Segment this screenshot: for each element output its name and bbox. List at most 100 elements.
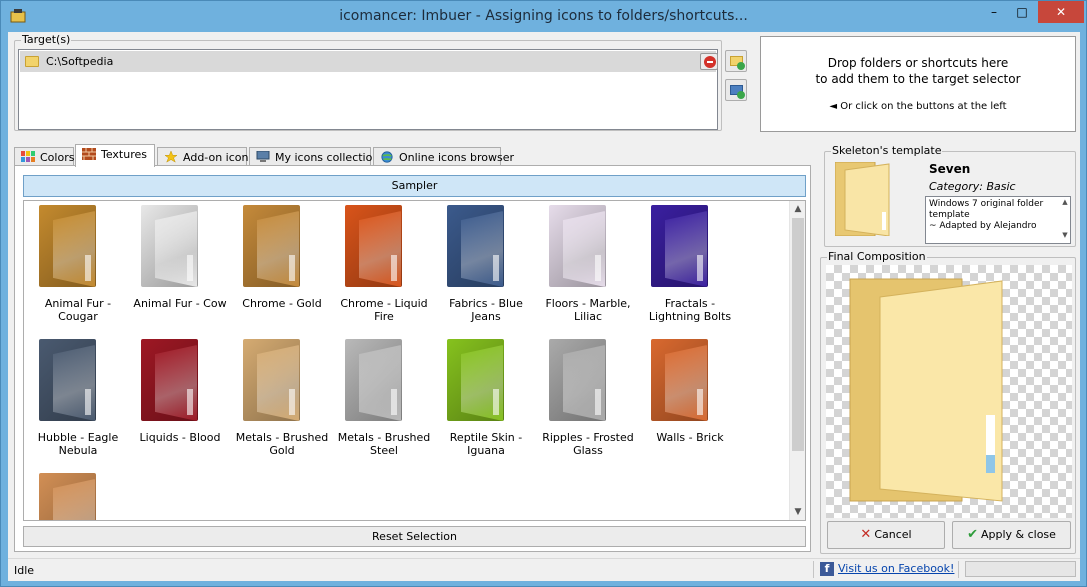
window-title: icomancer: Imbuer - Assigning icons to f… <box>339 8 748 24</box>
texture-folder-icon <box>345 205 405 291</box>
tab-label: Textures <box>101 148 147 161</box>
cancel-button[interactable]: ✕ Cancel <box>827 521 945 549</box>
maximize-button[interactable]: □ <box>1009 1 1035 23</box>
reset-selection-button[interactable]: Reset Selection <box>23 526 806 547</box>
drop-zone[interactable]: Drop folders or shortcuts here to add th… <box>760 36 1076 132</box>
remove-icon <box>704 56 716 68</box>
app-window: icomancer: Imbuer - Assigning icons to f… <box>0 0 1087 587</box>
color-grid-icon <box>21 151 35 162</box>
folder-tab-shape <box>187 255 193 281</box>
texture-folder-icon <box>447 339 507 425</box>
texture-folder-icon <box>243 205 303 291</box>
folder-icon <box>25 56 39 67</box>
texture-item[interactable]: Liquids - Blood <box>129 337 231 471</box>
folder-tab-shape <box>697 255 703 281</box>
texture-label: Walls - Brick <box>656 431 724 444</box>
cancel-icon: ✕ <box>860 527 872 542</box>
scroll-thumb[interactable] <box>792 218 804 451</box>
skeleton-description-text: Windows 7 original folder template ~ Ada… <box>929 199 1044 231</box>
folder-tab-shape <box>595 255 601 281</box>
folder-tab-shape <box>391 255 397 281</box>
close-button[interactable]: ✕ <box>1038 1 1084 23</box>
remove-target-button[interactable] <box>700 53 718 70</box>
facebook-link[interactable]: f Visit us on Facebook! <box>820 562 955 576</box>
tab-colors[interactable]: Colors <box>14 147 74 166</box>
texture-item[interactable]: Reptile Skin - Iguana <box>435 337 537 471</box>
texture-item[interactable]: Animal Fur - Cougar <box>27 203 129 337</box>
folder-tab-shape <box>187 389 193 415</box>
texture-folder-icon <box>549 205 609 291</box>
texture-item[interactable]: Walls - Brick <box>639 337 741 471</box>
texture-item[interactable]: Chrome - Gold <box>231 203 333 337</box>
target-legend: Target(s) <box>21 33 72 46</box>
skeleton-folder-icon[interactable] <box>835 162 891 236</box>
plus-icon <box>737 62 745 70</box>
target-group: Target(s) C:\Softpedia <box>14 33 722 131</box>
texture-label: Animal Fur - Cougar <box>44 297 112 323</box>
folder-tab-shape <box>289 255 295 281</box>
folder-tab-shape <box>493 389 499 415</box>
status-text: Idle <box>14 564 35 577</box>
skeleton-legend: Skeleton's template <box>831 144 943 157</box>
add-folder-button[interactable] <box>725 50 747 72</box>
target-list[interactable]: C:\Softpedia <box>18 49 718 130</box>
skeleton-name: Seven <box>929 162 971 176</box>
final-folder-icon <box>849 278 1003 502</box>
scroll-up-icon[interactable]: ▲ <box>790 201 805 217</box>
texture-folder-icon <box>651 205 711 291</box>
texture-item[interactable] <box>27 471 129 520</box>
check-icon: ✔ <box>967 527 978 542</box>
folder-tab-shape <box>289 389 295 415</box>
drop-zone-line2: to add them to the target selector <box>815 72 1021 86</box>
texture-item[interactable]: Fabrics - Blue Jeans <box>435 203 537 337</box>
texture-label: Chrome - Gold <box>242 297 322 310</box>
texture-item[interactable]: Fractals - Lightning Bolts <box>639 203 741 337</box>
texture-item[interactable]: Metals - Brushed Steel <box>333 337 435 471</box>
texture-folder-icon <box>141 339 201 425</box>
folder-tab-shape <box>595 389 601 415</box>
texture-folder-icon <box>141 205 201 291</box>
tab-online-icons-browser[interactable]: Online icons browser <box>373 147 514 166</box>
tab-textures[interactable]: Textures <box>75 144 155 167</box>
status-progress-bar <box>965 561 1076 577</box>
final-composition-preview <box>826 265 1072 518</box>
folder-tab-shape <box>493 255 499 281</box>
folder-tab-shape <box>391 389 397 415</box>
star-icon <box>164 151 178 163</box>
texture-item[interactable]: Floors - Marble, Liliac <box>537 203 639 337</box>
scroll-down-icon[interactable]: ▼ <box>790 504 805 520</box>
drop-zone-line1: Drop folders or shortcuts here <box>827 56 1009 70</box>
folder-tab-shape <box>697 389 703 415</box>
texture-label: Hubble - Eagle Nebula <box>37 431 119 457</box>
texture-item[interactable]: Hubble - Eagle Nebula <box>27 337 129 471</box>
title-bar[interactable]: icomancer: Imbuer - Assigning icons to f… <box>1 1 1086 32</box>
texture-item[interactable]: Animal Fur - Cow <box>129 203 231 337</box>
plus-icon <box>737 91 745 99</box>
texture-item[interactable]: Metals - Brushed Gold <box>231 337 333 471</box>
tab-addon-icons[interactable]: Add-on icons <box>157 147 254 166</box>
tab-my-icons-collection[interactable]: My icons collection <box>249 147 379 166</box>
texture-grid-scrollbar[interactable]: ▲ ▼ <box>789 201 805 520</box>
status-bar: Idle f Visit us on Facebook! <box>8 558 1080 580</box>
description-scrollbar[interactable]: ▲ ▼ <box>1060 197 1070 243</box>
texture-label: Fabrics - Blue Jeans <box>449 297 523 323</box>
minimize-button[interactable]: – <box>981 1 1007 23</box>
texture-item[interactable]: Ripples - Frosted Glass <box>537 337 639 471</box>
facebook-link-label: Visit us on Facebook! <box>838 562 955 575</box>
sampler-button[interactable]: Sampler <box>23 175 806 197</box>
texture-folder-icon <box>243 339 303 425</box>
skeleton-description[interactable]: Windows 7 original folder template ~ Ada… <box>925 196 1071 244</box>
texture-label: Chrome - Liquid Fire <box>340 297 428 323</box>
target-row[interactable]: C:\Softpedia <box>20 51 718 72</box>
add-shortcut-button[interactable] <box>725 79 747 101</box>
textures-panel: Sampler Walls - Brick Ripples - Frosted G… <box>14 165 811 552</box>
apply-close-button[interactable]: ✔ Apply & close <box>952 521 1071 549</box>
texture-item[interactable]: Chrome - Liquid Fire <box>333 203 435 337</box>
texture-grid[interactable]: Walls - Brick Ripples - Frosted Glass Rept… <box>23 200 806 521</box>
tab-label: My icons collection <box>275 151 380 164</box>
texture-label: Liquids - Blood <box>139 431 221 444</box>
tab-label: Online icons browser <box>399 151 515 164</box>
tab-label: Colors <box>40 151 75 164</box>
apply-label: Apply & close <box>980 528 1056 541</box>
computer-icon <box>256 151 270 162</box>
